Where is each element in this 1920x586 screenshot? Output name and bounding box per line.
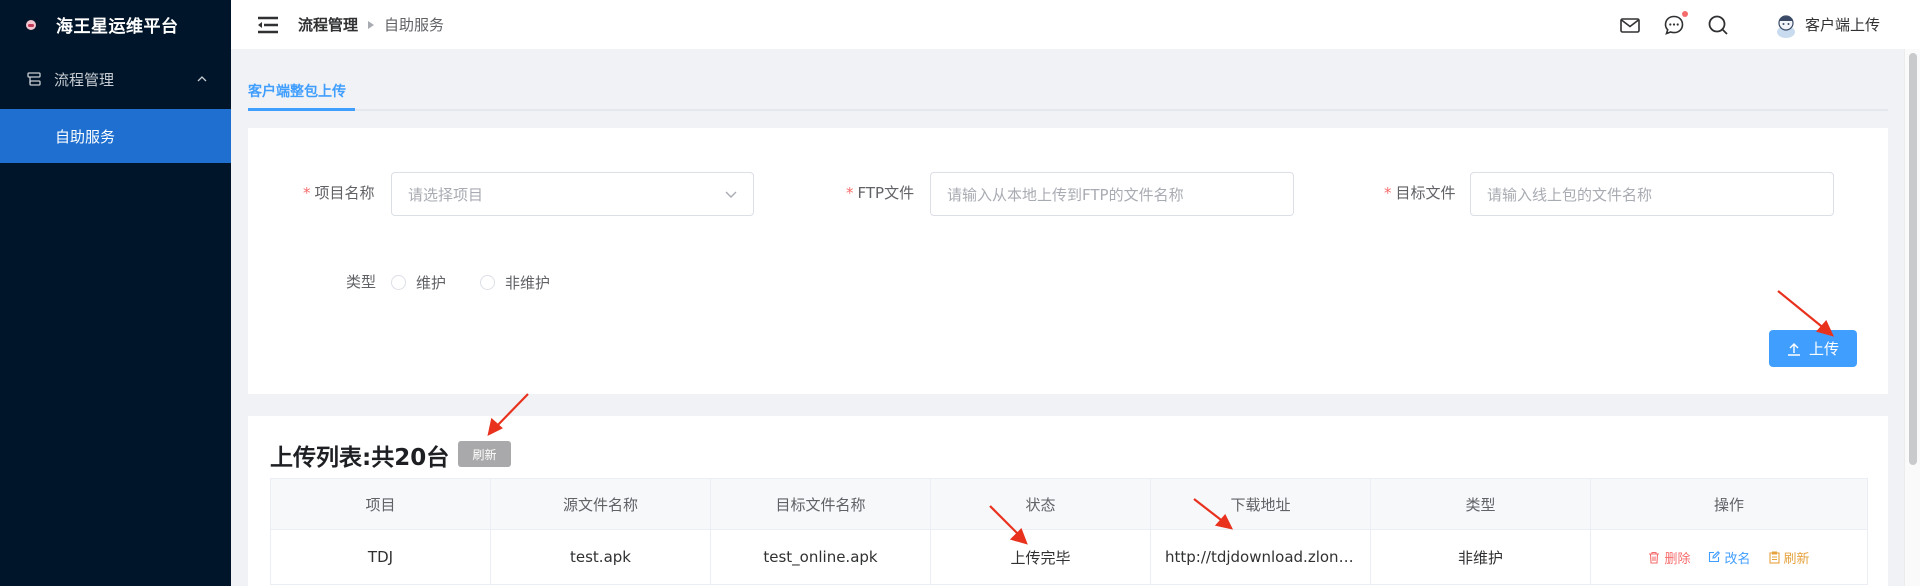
radio-circle: [391, 275, 406, 290]
trash-icon: [1649, 551, 1660, 564]
upload-list-title: 上传列表:共20台: [270, 445, 450, 471]
tab-client-package-upload[interactable]: 客户端整包上传: [248, 81, 346, 101]
target-file-placeholder: 请输入线上包的文件名称: [1487, 185, 1653, 204]
refresh-row-label: 刷新: [1783, 551, 1810, 567]
unread-badge: [1681, 10, 1688, 17]
target-file-label: * 目标文件: [1384, 184, 1456, 202]
cell-target-file: test_online.apk: [711, 530, 931, 584]
download-url-link[interactable]: http://tdjdownload.zlongame.com/test_onl…: [1151, 548, 1370, 566]
table-row: TDJ test.apk test_online.apk 上传完毕 http:/…: [271, 530, 1867, 585]
chat-bubble-icon: [1664, 15, 1684, 35]
username[interactable]: 客户端上传: [1805, 14, 1880, 35]
delete-button[interactable]: 删除: [1648, 548, 1690, 567]
column-header-project: 项目: [271, 479, 491, 529]
delete-label: 删除: [1664, 551, 1691, 567]
type-label: 类型: [346, 273, 377, 291]
refresh-list-button[interactable]: 刷新: [458, 441, 511, 467]
type-radio-non-maintenance[interactable]: 非维护: [480, 272, 550, 293]
cell-type: 非维护: [1371, 530, 1591, 584]
sidebar-group-process-management[interactable]: 流程管理: [0, 49, 231, 109]
page-scrollbar[interactable]: [1904, 49, 1920, 586]
radio-circle: [480, 275, 495, 290]
rename-button[interactable]: 改名: [1708, 548, 1751, 567]
top-header: 流程管理 自助服务 客户端上传: [231, 0, 1920, 49]
tab-active-indicator: [248, 108, 355, 111]
target-file-input[interactable]: 请输入线上包的文件名称: [1470, 172, 1834, 216]
brand[interactable]: 海王星运维平台: [0, 0, 231, 49]
menu-fold-icon[interactable]: [256, 15, 280, 35]
header-actions: 客户端上传: [1597, 10, 1880, 38]
ftp-file-label: * FTP文件: [846, 184, 915, 202]
sidebar-group-label: 流程管理: [54, 70, 115, 89]
process-icon: [27, 72, 41, 86]
clipboard-icon: [1768, 551, 1780, 564]
search-icon[interactable]: [1707, 14, 1729, 36]
ftp-file-placeholder: 请输入从本地上传到FTP的文件名称: [947, 185, 1184, 204]
chevron-up-icon: [197, 76, 207, 82]
brand-logo-icon: [26, 19, 36, 30]
column-header-type: 类型: [1371, 479, 1591, 529]
project-name-label: * 项目名称: [303, 184, 375, 202]
project-select-placeholder: 请选择项目: [408, 185, 484, 204]
chevron-down-icon: [725, 191, 737, 198]
upload-form: * 项目名称 请选择项目 * FTP文件 请输入从本地上传到FTP的文件名称 * 目标…: [248, 128, 1888, 394]
scrollbar-thumb[interactable]: [1909, 53, 1917, 465]
column-header-download-url: 下载地址: [1151, 479, 1371, 529]
tab-bar: 客户端整包上传: [248, 49, 1888, 112]
table-header-row: 项目 源文件名称 目标文件名称 状态 下载地址 类型 操作: [271, 479, 1867, 530]
upload-icon: [1787, 342, 1800, 356]
tab-divider: [355, 109, 1888, 111]
sidebar: 海王星运维平台 流程管理 自助服务: [0, 0, 231, 586]
cell-status: 上传完毕: [931, 530, 1151, 584]
breadcrumb-separator-icon: [368, 20, 375, 29]
ftp-file-input[interactable]: 请输入从本地上传到FTP的文件名称: [930, 172, 1294, 216]
cell-download-url: http://tdjdownload.zlongame.com/test_onl…: [1151, 530, 1371, 584]
sidebar-item-self-service[interactable]: 自助服务: [0, 109, 231, 163]
cell-source-file: test.apk: [491, 530, 711, 584]
column-header-actions: 操作: [1713, 495, 1744, 514]
brand-title: 海王星运维平台: [56, 17, 179, 37]
breadcrumb-item-self-service: 自助服务: [384, 16, 445, 34]
rename-label: 改名: [1724, 551, 1751, 567]
message-button[interactable]: [1663, 10, 1688, 36]
column-header-source-file: 源文件名称: [491, 479, 711, 529]
edit-icon: [1709, 551, 1721, 563]
cell-actions: 删除 改名 刷新: [1591, 530, 1867, 584]
sidebar-item-label: 自助服务: [55, 127, 116, 146]
upload-list: 上传列表:共20台 刷新 项目 源文件名称 目标文件名称 状态 下载地址 类型 …: [248, 416, 1888, 586]
project-select[interactable]: 请选择项目: [391, 172, 754, 216]
mail-icon[interactable]: [1619, 14, 1641, 36]
cell-project: TDJ: [271, 530, 491, 584]
column-header-target-file: 目标文件名称: [711, 479, 931, 529]
radio-label-non-maintenance: 非维护: [505, 274, 551, 292]
upload-table: 项目 源文件名称 目标文件名称 状态 下载地址 类型 操作 TDJ test.a…: [270, 478, 1868, 585]
upload-button-label: 上传: [1808, 340, 1839, 358]
upload-button[interactable]: 上传: [1769, 330, 1857, 367]
type-radio-maintenance[interactable]: 维护: [391, 272, 446, 293]
user-avatar-icon[interactable]: [1775, 12, 1797, 38]
refresh-row-button[interactable]: 刷新: [1768, 548, 1810, 567]
radio-label-maintenance: 维护: [416, 274, 447, 292]
breadcrumb-item-process-management[interactable]: 流程管理: [298, 14, 358, 35]
column-header-status: 状态: [931, 479, 1151, 529]
breadcrumb: 流程管理 自助服务: [298, 14, 444, 35]
